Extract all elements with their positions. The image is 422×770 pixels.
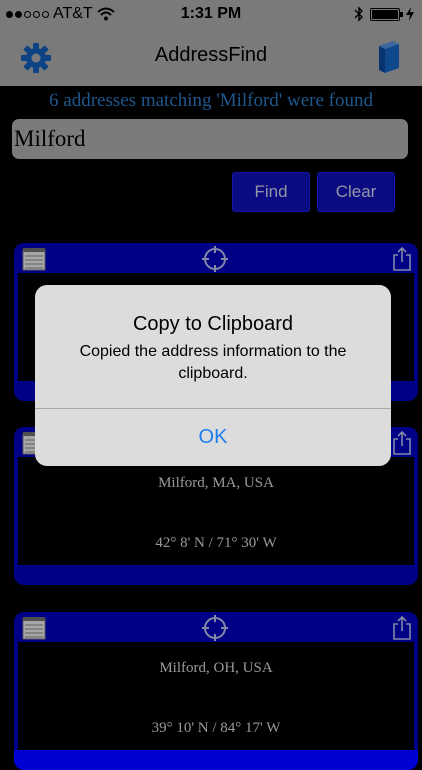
alert-dialog: Copy to Clipboard Copied the address inf… [35, 285, 391, 466]
ok-button[interactable]: OK [35, 409, 391, 466]
alert-title: Copy to Clipboard [132, 313, 294, 335]
alert-message: Copied the address information to the cl… [79, 343, 347, 382]
